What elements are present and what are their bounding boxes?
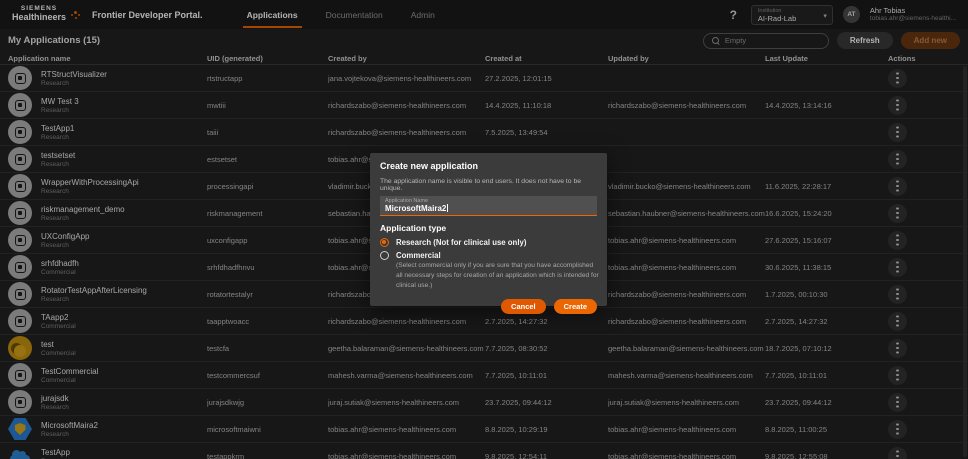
- application-name-value: MicrosoftMaira2: [385, 204, 449, 214]
- create-button[interactable]: Create: [553, 298, 597, 314]
- modal-buttons: Cancel Create: [380, 298, 597, 314]
- app-window: SIEMENS Healthineers Frontier Developer …: [0, 0, 968, 459]
- radio-commercial-label: Commercial: [396, 251, 441, 260]
- commercial-description: (Select commercial only if you are sure …: [396, 262, 599, 289]
- application-type-label: Application type: [380, 223, 447, 233]
- radio-selected-icon: [380, 238, 389, 247]
- create-application-modal: Create new application The application n…: [370, 153, 607, 314]
- modal-description: The application name is visible to end u…: [380, 178, 582, 192]
- modal-title: Create new application: [380, 161, 479, 171]
- cancel-button[interactable]: Cancel: [501, 298, 546, 314]
- application-name-label: Application Name: [385, 197, 429, 204]
- radio-research[interactable]: Research (Not for clinical use only): [380, 238, 597, 247]
- radio-commercial[interactable]: Commercial: [380, 251, 597, 260]
- radio-unselected-icon: [380, 251, 389, 260]
- radio-research-label: Research (Not for clinical use only): [396, 238, 527, 247]
- text-cursor: [447, 204, 449, 213]
- application-name-field[interactable]: Application Name MicrosoftMaira2: [380, 196, 597, 216]
